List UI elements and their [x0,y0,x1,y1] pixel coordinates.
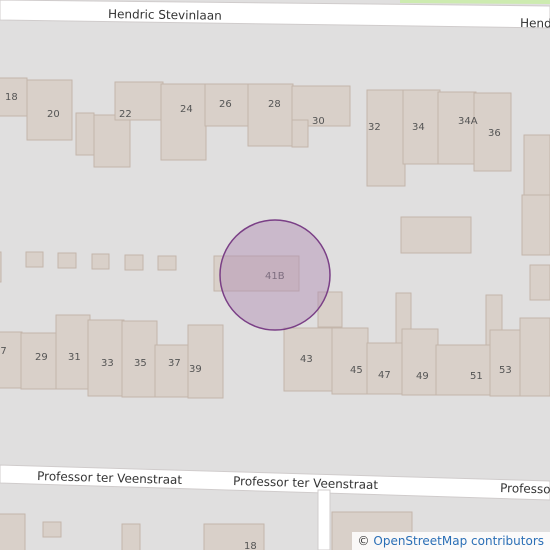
house-number: 53 [499,365,512,376]
location-marker-icon[interactable] [219,219,331,331]
house-number: 18 [5,92,18,103]
street-label-north: Hendric Stevinlaan [108,7,222,23]
street-label-south-right: Professor [500,481,550,497]
house-number: 26 [219,99,232,110]
house-number: 29 [35,352,48,363]
map-view[interactable]: Hendric Stevinlaan Hend Professor ter Ve… [0,0,550,550]
street-label-north-east: Hend [520,16,550,30]
map-canvas[interactable]: Hendric Stevinlaan Hend Professor ter Ve… [0,0,550,550]
house-number: 47 [378,370,391,381]
copyright-symbol: © [357,534,370,548]
park-area [400,0,550,4]
house-number: 36 [488,128,501,139]
attribution-link[interactable]: OpenStreetMap contributors [373,534,544,548]
house-number: 45 [350,365,363,376]
house-number: 37 [168,358,181,369]
house-number: 33 [101,358,114,369]
house-number: 28 [268,99,281,110]
house-number: 30 [312,116,325,127]
house-number: 35 [134,358,147,369]
house-number: 18 [244,541,257,550]
buildings-far-south [0,511,413,550]
house-number: 39 [189,364,202,375]
road-hendric-stevinlaan[interactable] [0,0,550,29]
house-number: 51 [470,371,483,382]
house-number: 32 [368,122,381,133]
house-number: 20 [47,109,60,120]
house-number: 31 [68,352,81,363]
road-side-street[interactable] [317,489,331,550]
house-number: 34A [458,116,478,127]
house-number: 43 [300,354,313,365]
house-number: 24 [180,104,193,115]
house-number: 22 [119,109,132,120]
house-number: 49 [416,371,429,382]
house-number: 34 [412,122,425,133]
map-attribution: © OpenStreetMap contributors [351,532,550,550]
house-number: 27 [0,346,7,357]
